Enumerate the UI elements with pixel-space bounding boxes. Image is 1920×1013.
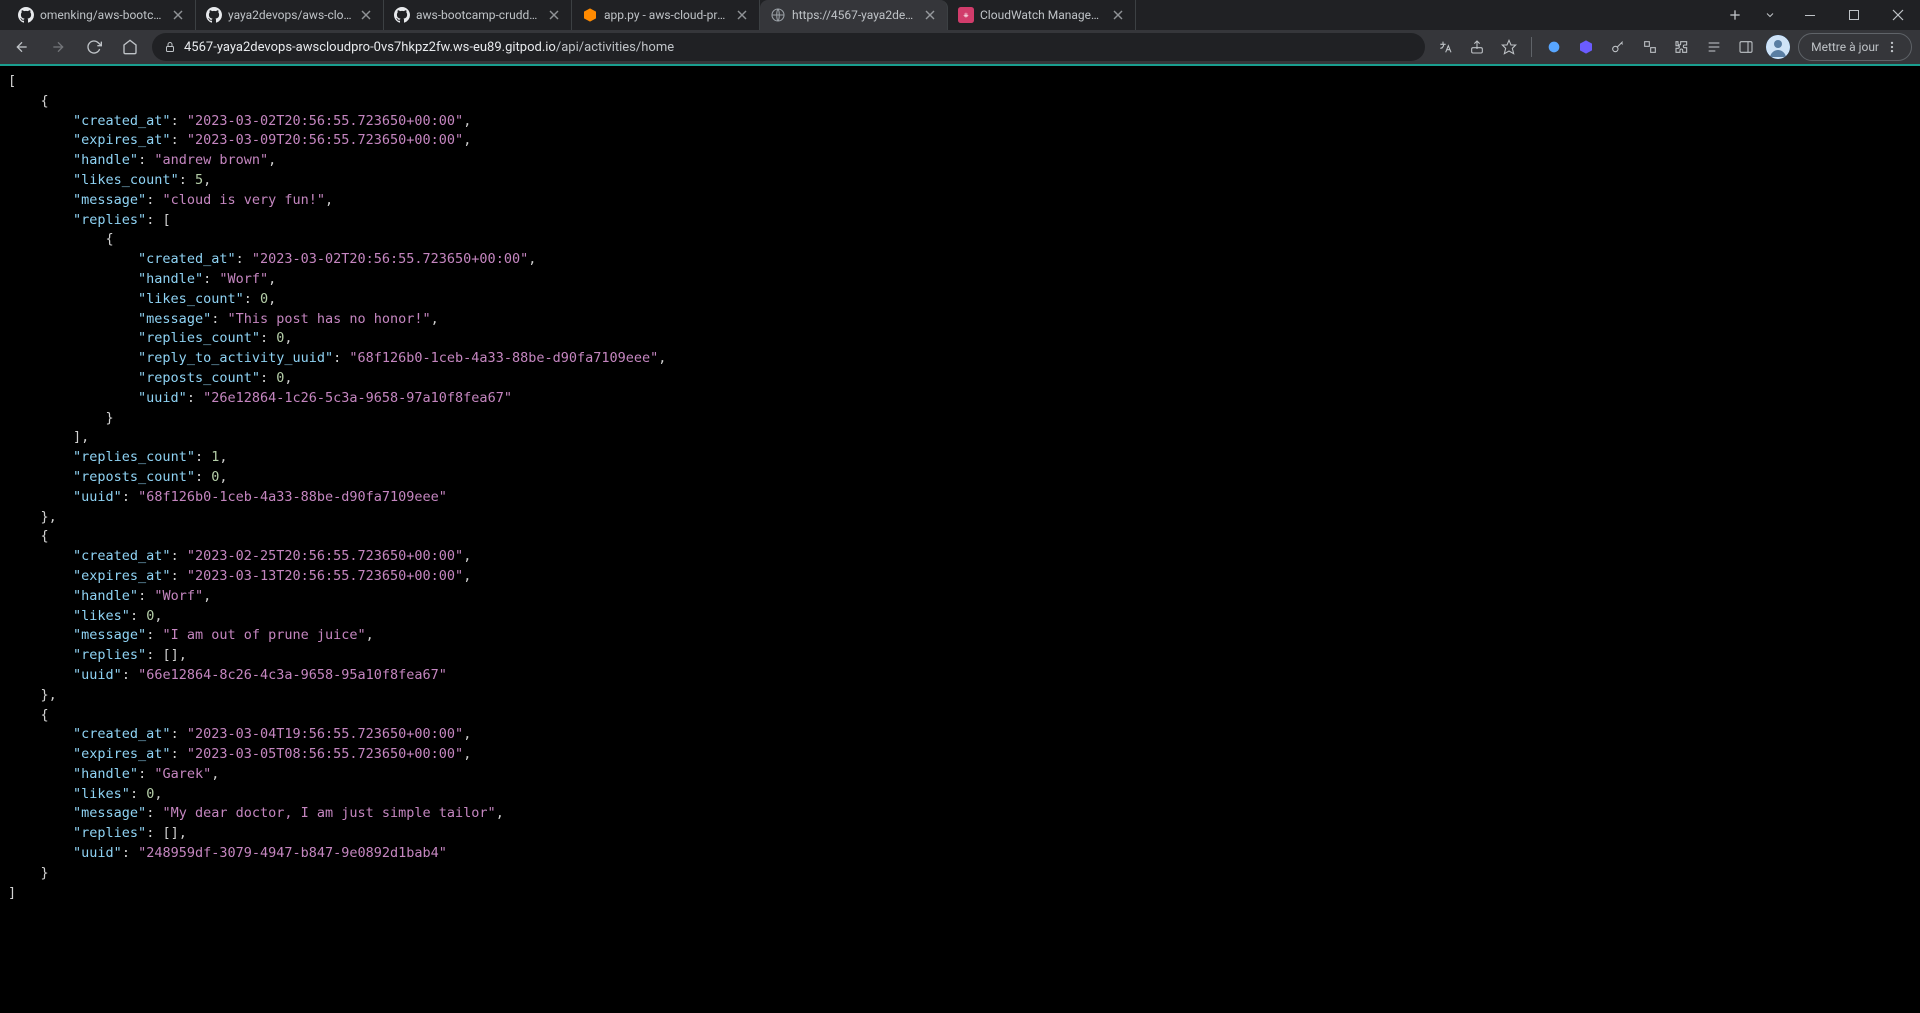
translate-icon[interactable] (1433, 35, 1457, 59)
tab-close-icon[interactable] (923, 8, 937, 22)
tab-label: omenking/aws-bootcamp-crudd (40, 8, 165, 22)
tab-1[interactable]: yaya2devops/aws-cloud-project (196, 0, 384, 30)
share-icon[interactable] (1465, 35, 1489, 59)
url-text: 4567-yaya2devops-awscloudpro-0vs7hkpz2fw… (184, 40, 1413, 55)
nav-home-button[interactable] (116, 33, 144, 61)
extension-key-icon[interactable] (1606, 35, 1630, 59)
nav-back-button[interactable] (8, 33, 36, 61)
tab-label: app.py - aws-cloud-project-boot (604, 8, 729, 22)
tab-close-icon[interactable] (735, 8, 749, 22)
tab-0[interactable]: omenking/aws-bootcamp-crudd (8, 0, 196, 30)
browser-toolbar: 4567-yaya2devops-awscloudpro-0vs7hkpz2fw… (0, 30, 1920, 66)
extension-screenshot-icon[interactable] (1638, 35, 1662, 59)
tab-label: yaya2devops/aws-cloud-project (228, 8, 353, 22)
tab-favicon-icon (18, 7, 34, 23)
window-maximize[interactable] (1832, 0, 1876, 30)
chevron-down-icon[interactable] (1752, 9, 1788, 21)
window-titlebar: omenking/aws-bootcamp-crudd yaya2devops/a… (0, 0, 1920, 30)
window-close[interactable] (1876, 0, 1920, 30)
address-bar[interactable]: 4567-yaya2devops-awscloudpro-0vs7hkpz2fw… (152, 33, 1425, 61)
reading-list-icon[interactable] (1702, 35, 1726, 59)
nav-forward-button[interactable] (44, 33, 72, 61)
lock-icon (164, 41, 176, 53)
tab-label: aws-bootcamp-cruddur-2023/we (416, 8, 541, 22)
tab-close-icon[interactable] (171, 8, 185, 22)
window-controls (1752, 0, 1920, 30)
extension-cloud-icon[interactable] (1542, 35, 1566, 59)
update-label: Mettre à jour (1811, 40, 1879, 54)
tab-favicon-icon (394, 7, 410, 23)
tab-close-icon[interactable] (547, 8, 561, 22)
tab-favicon-icon (770, 7, 786, 23)
tab-close-icon[interactable] (1111, 8, 1125, 22)
page-viewport: [ { "created_at": "2023-03-02T20:56:55.7… (0, 66, 1920, 1013)
extension-hex-icon[interactable] (1574, 35, 1598, 59)
extensions-puzzle-icon[interactable] (1670, 35, 1694, 59)
tab-favicon-icon (206, 7, 222, 23)
tab-2[interactable]: aws-bootcamp-cruddur-2023/we (384, 0, 572, 30)
tab-3[interactable]: app.py - aws-cloud-project-boot (572, 0, 760, 30)
separator (1531, 37, 1532, 57)
svg-text:⎈: ⎈ (963, 13, 969, 20)
update-button[interactable]: Mettre à jour (1798, 33, 1912, 61)
tab-favicon-icon (582, 7, 598, 23)
bookmark-star-icon[interactable] (1497, 35, 1521, 59)
tab-label: CloudWatch Management Conso (980, 8, 1105, 22)
profile-avatar[interactable] (1766, 35, 1790, 59)
tab-5[interactable]: ⎈ CloudWatch Management Conso (948, 0, 1136, 30)
json-response: [ { "created_at": "2023-03-02T20:56:55.7… (0, 66, 1920, 909)
new-tab-button[interactable] (1718, 0, 1752, 30)
tab-close-icon[interactable] (359, 8, 373, 22)
tab-4[interactable]: https://4567-yaya2devops-awscl (760, 0, 948, 30)
tab-strip: omenking/aws-bootcamp-crudd yaya2devops/a… (0, 0, 1718, 30)
tab-label: https://4567-yaya2devops-awscl (792, 8, 917, 22)
window-minimize[interactable] (1788, 0, 1832, 30)
tab-favicon-icon: ⎈ (958, 7, 974, 23)
side-panel-icon[interactable] (1734, 35, 1758, 59)
nav-reload-button[interactable] (80, 33, 108, 61)
